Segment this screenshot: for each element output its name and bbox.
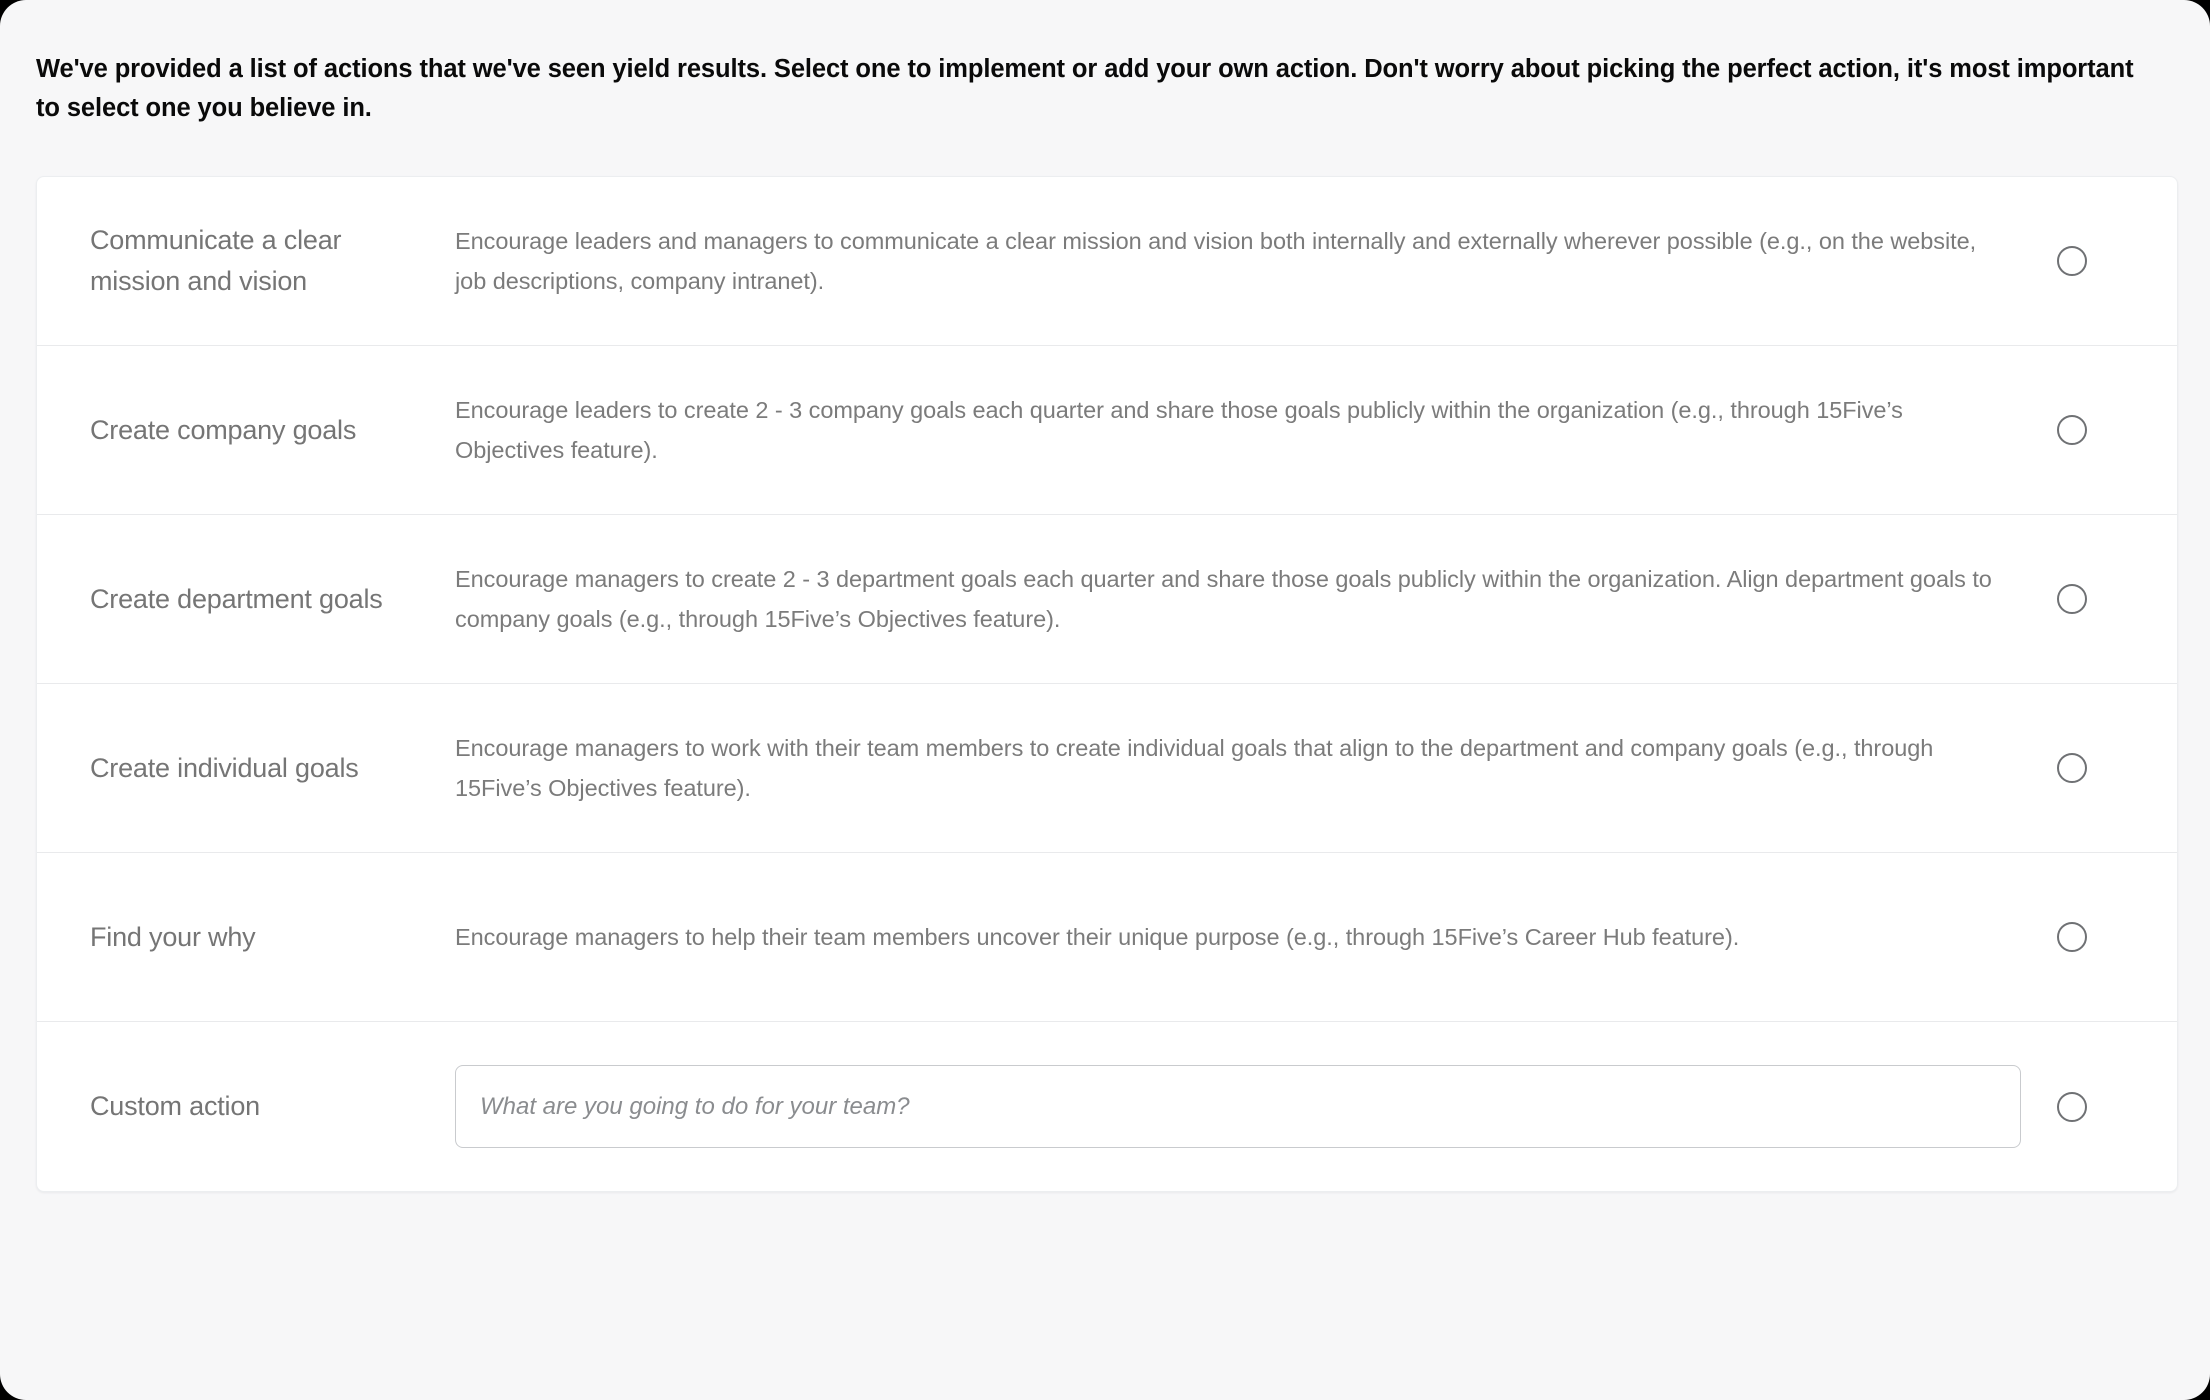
custom-action-input[interactable]	[455, 1065, 2021, 1148]
radio-unchecked-icon[interactable]	[2057, 415, 2087, 445]
action-title: Create company goals	[90, 414, 357, 445]
action-row[interactable]: Create department goals Encourage manage…	[37, 515, 2177, 684]
custom-action-radio-cell[interactable]	[2021, 1091, 2163, 1122]
action-radio-cell[interactable]	[2021, 415, 2163, 445]
action-row[interactable]: Create company goals Encourage leaders t…	[37, 346, 2177, 515]
action-row[interactable]: Create individual goals Encourage manage…	[37, 684, 2177, 853]
action-description: Encourage leaders and managers to commun…	[455, 228, 1977, 294]
action-description: Encourage managers to work with their te…	[455, 735, 1934, 801]
action-radio-cell[interactable]	[2021, 246, 2163, 276]
action-title: Communicate a clear mission and vision	[90, 225, 342, 296]
action-description: Encourage managers to help their team me…	[455, 924, 1740, 950]
custom-action-row[interactable]: Custom action	[37, 1022, 2177, 1191]
action-description: Encourage leaders to create 2 - 3 compan…	[455, 397, 1903, 463]
action-title: Create individual goals	[90, 752, 359, 783]
actions-list-card: Communicate a clear mission and vision E…	[36, 176, 2178, 1192]
radio-unchecked-icon[interactable]	[2057, 246, 2087, 276]
custom-action-input-wrap	[455, 1065, 2021, 1148]
action-title: Create department goals	[90, 583, 383, 614]
intro-instructions: We've provided a list of actions that we…	[36, 54, 2134, 122]
action-title: Find your why	[90, 921, 256, 952]
action-description: Encourage managers to create 2 - 3 depar…	[455, 566, 1992, 632]
radio-unchecked-icon[interactable]	[2057, 584, 2087, 614]
radio-unchecked-icon[interactable]	[2057, 922, 2087, 952]
radio-unchecked-icon[interactable]	[2057, 1091, 2087, 1122]
action-radio-cell[interactable]	[2021, 584, 2163, 614]
page-root: We've provided a list of actions that we…	[0, 0, 2210, 1400]
action-row[interactable]: Find your why Encourage managers to help…	[37, 853, 2177, 1022]
action-radio-cell[interactable]	[2021, 753, 2163, 783]
custom-action-label: Custom action	[90, 1091, 260, 1121]
action-row[interactable]: Communicate a clear mission and vision E…	[37, 177, 2177, 346]
action-radio-cell[interactable]	[2021, 922, 2163, 952]
radio-unchecked-icon[interactable]	[2057, 753, 2087, 783]
